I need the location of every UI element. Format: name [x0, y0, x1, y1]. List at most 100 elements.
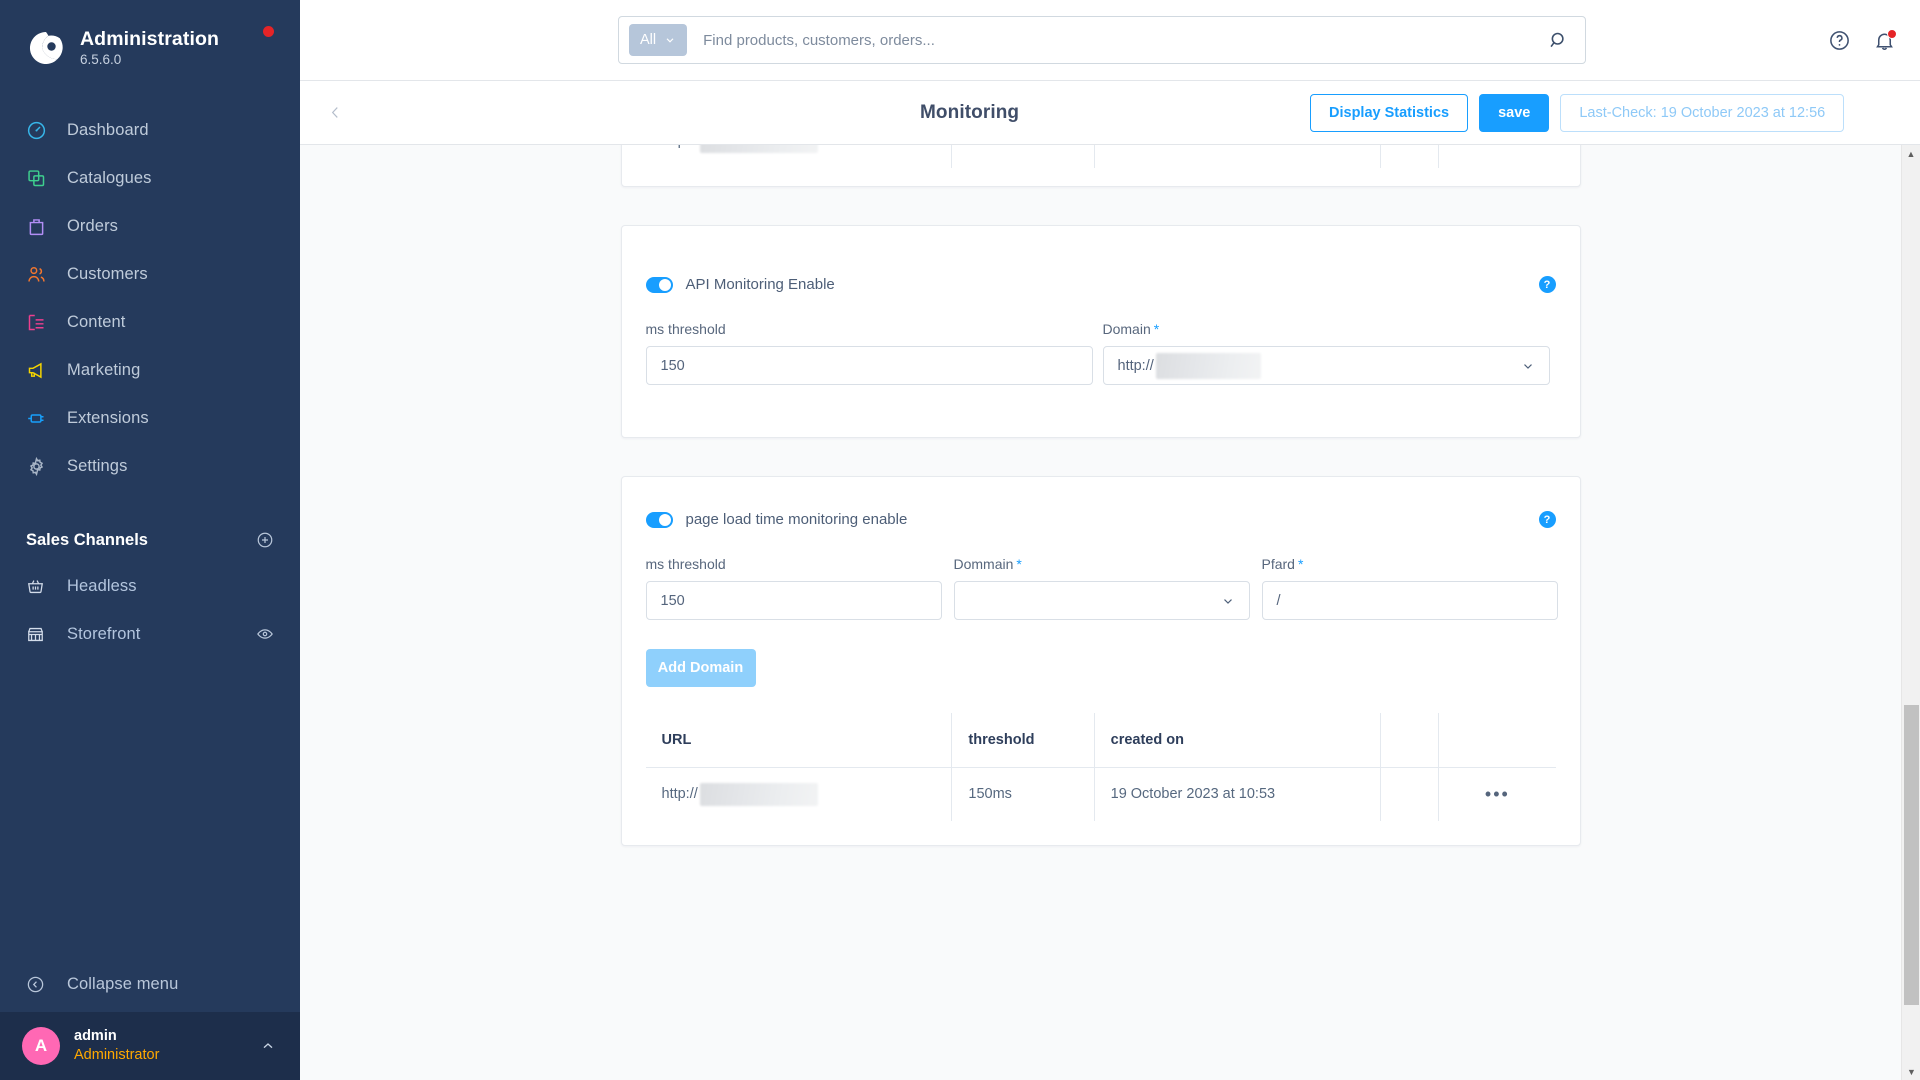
last-check-button[interactable]: Last-Check: 19 October 2023 at 12:56 — [1560, 93, 1845, 132]
api-monitoring-label: API Monitoring Enable — [685, 276, 835, 293]
plug-icon — [26, 408, 56, 429]
back-button[interactable] — [315, 93, 355, 133]
sidebar-item-label: Customers — [67, 264, 148, 283]
sidebar-item-marketing[interactable]: Marketing — [0, 346, 300, 394]
scroll-up-arrow-icon[interactable]: ▲ — [1902, 145, 1920, 162]
column-header-threshold: threshold — [951, 713, 1095, 768]
user-role: Administrator — [74, 1047, 160, 1063]
page-load-monitoring-toggle[interactable] — [645, 511, 673, 528]
notifications-icon[interactable] — [1873, 29, 1897, 52]
table-row[interactable]: http:// 200 19 October 2023 at 10:53 ••• — [645, 145, 1556, 168]
url-text: http:// — [662, 145, 698, 149]
redacted-url — [699, 145, 818, 153]
page-load-monitoring-body: page load time monitoring enable ? ms th… — [622, 477, 1580, 845]
chevron-up-icon[interactable] — [260, 1038, 276, 1054]
page-load-threshold-input[interactable]: 150 — [645, 581, 942, 620]
page-load-domain-select[interactable] — [953, 581, 1250, 620]
column-header-created-on: created on — [1094, 713, 1382, 768]
page-load-toggle-row: page load time monitoring enable ? — [645, 511, 1556, 528]
cell-threshold: 150ms — [951, 767, 1095, 821]
sidebar-item-headless[interactable]: Headless — [0, 562, 300, 610]
chevron-down-icon — [1223, 598, 1232, 604]
search-input[interactable] — [703, 18, 1531, 62]
api-domain-label: Domain * — [1103, 321, 1550, 337]
api-monitoring-toggle[interactable] — [645, 276, 673, 293]
cell-blank-1 — [1380, 145, 1440, 168]
page-load-help-icon[interactable]: ? — [1538, 511, 1556, 528]
sidebar-item-settings[interactable]: Settings — [0, 442, 300, 490]
sidebar-item-extensions[interactable]: Extensions — [0, 394, 300, 442]
page-load-path-field: Pfard * / — [1261, 556, 1558, 620]
chevron-down-icon — [666, 38, 674, 43]
sidebar-item-storefront[interactable]: Storefront — [0, 610, 300, 658]
page-load-table-wrapper: URL threshold created on http:// 150ms 1… — [645, 713, 1556, 821]
http-monitoring-card: URL httpcode created on — [620, 145, 1581, 187]
display-statistics-button[interactable]: Display Statistics — [1310, 93, 1469, 132]
api-threshold-input[interactable]: 150 — [645, 346, 1093, 385]
search-icon[interactable] — [1531, 17, 1585, 63]
row-actions-button[interactable]: ••• — [1439, 145, 1555, 150]
cell-actions: ••• — [1439, 767, 1556, 821]
required-marker: * — [1297, 556, 1304, 572]
shopware-logo-icon — [26, 28, 66, 68]
copy-icon — [26, 168, 56, 189]
vertical-scrollbar[interactable]: ▲ ▼ — [1901, 145, 1920, 1080]
api-threshold-label: ms threshold — [645, 321, 726, 337]
cell-httpcode: 200 — [951, 145, 1095, 168]
api-domain-label-text: Domain — [1102, 321, 1151, 337]
sidebar-brand[interactable]: Administration 6.5.6.0 — [0, 0, 300, 74]
page-load-threshold-value: 150 — [660, 592, 685, 609]
app-root: Administration 6.5.6.0 Dashboard Catalog… — [0, 0, 1920, 1080]
sidebar-item-label: Orders — [67, 216, 119, 235]
collapse-menu-label: Collapse menu — [67, 974, 179, 993]
sidebar-item-label: Dashboard — [67, 120, 149, 139]
sidebar-item-customers[interactable]: Customers — [0, 250, 300, 298]
sidebar-item-content[interactable]: Content — [0, 298, 300, 346]
sidebar-item-catalogues[interactable]: Catalogues — [0, 154, 300, 202]
scroll-down-arrow-icon[interactable]: ▼ — [1902, 1063, 1920, 1080]
notification-badge-dot — [1887, 29, 1897, 39]
help-icon[interactable] — [1828, 29, 1851, 52]
sidebar-nav: Dashboard Catalogues Orders Customers Co… — [0, 106, 300, 490]
content-area: URL httpcode created on — [300, 145, 1920, 1080]
sidebar-item-dashboard[interactable]: Dashboard — [0, 106, 300, 154]
add-domain-button[interactable]: Add Domain — [645, 649, 756, 687]
sidebar-item-label: Catalogues — [67, 168, 152, 187]
api-monitoring-card: API Monitoring Enable ? ms threshold 150 — [620, 225, 1581, 438]
api-domain-select[interactable]: http:// — [1102, 346, 1550, 385]
topbar-actions — [1828, 0, 1897, 81]
column-header-blank-2 — [1438, 713, 1556, 768]
row-actions-button[interactable]: ••• — [1439, 785, 1555, 803]
http-table-wrapper: URL httpcode created on — [622, 145, 1580, 186]
chevron-down-icon — [1523, 363, 1532, 369]
api-monitoring-help-icon[interactable]: ? — [1538, 276, 1556, 293]
table-row[interactable]: http:// 150ms 19 October 2023 at 10:53 •… — [645, 767, 1556, 821]
global-search[interactable]: All — [618, 16, 1586, 64]
topbar: All — [300, 0, 1920, 81]
scrollbar-thumb[interactable] — [1904, 705, 1919, 1005]
main-region: All Find products, customers, orders... … — [300, 0, 1920, 1080]
user-menu[interactable]: A admin Administrator — [0, 1012, 300, 1080]
megaphone-icon — [26, 360, 56, 381]
collapse-menu-button[interactable]: Collapse menu — [0, 956, 300, 1012]
search-scope-select[interactable]: All — [629, 24, 688, 56]
page-load-path-label: Pfard * — [1262, 556, 1558, 572]
page-load-path-input[interactable]: / — [1261, 581, 1558, 620]
cell-url: http:// — [645, 767, 953, 821]
save-button[interactable]: save — [1479, 93, 1550, 132]
required-marker: * — [1016, 556, 1022, 572]
column-header-blank-1 — [1380, 713, 1440, 768]
preview-storefront-icon[interactable] — [256, 625, 274, 643]
add-sales-channel-icon[interactable] — [256, 531, 274, 549]
page-load-fields: ms threshold 150 Dommain * Pfard * / — [645, 556, 1558, 620]
sidebar-item-orders[interactable]: Orders — [0, 202, 300, 250]
sidebar: Administration 6.5.6.0 Dashboard Catalog… — [0, 0, 300, 1080]
page-load-path-value: / — [1276, 592, 1281, 609]
content-scroll: URL httpcode created on — [300, 145, 1901, 1080]
sidebar-section-sales-channels: Sales Channels — [0, 518, 300, 562]
redacted-url — [699, 782, 818, 806]
page-load-domain-label-text: Dommain — [953, 556, 1014, 572]
table-header-row: URL threshold created on — [645, 713, 1556, 768]
page-load-domain-label: Dommain * — [954, 556, 1250, 572]
